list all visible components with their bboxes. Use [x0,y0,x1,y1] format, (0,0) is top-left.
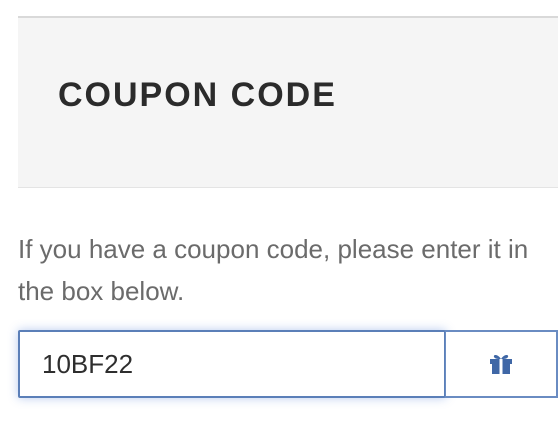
coupon-title: COUPON CODE [58,76,337,114]
coupon-section: COUPON CODE If you have a coupon code, p… [18,16,558,426]
coupon-form [18,330,558,398]
coupon-description: If you have a coupon code, please enter … [18,234,529,306]
coupon-header: COUPON CODE [18,16,558,188]
coupon-code-input[interactable] [18,330,446,398]
gift-icon [489,353,513,375]
apply-coupon-button[interactable] [445,330,558,398]
